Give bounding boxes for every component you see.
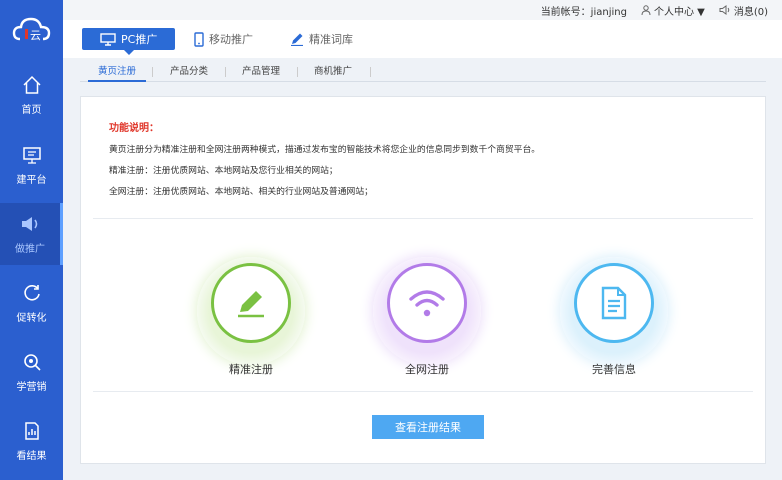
precise-registration-option[interactable]: 精准注册 [191,257,311,377]
messages-link[interactable]: 消息(0) [719,3,768,18]
sidebar: 云 首页 建平台 做推广 促转化 学营销 看结果 [0,0,63,480]
option-circle [387,263,467,343]
subtab-yellow-pages-registration[interactable]: 黄页注册 [88,62,146,82]
sidebar-item-promote[interactable]: 做推广 [0,203,63,265]
cloud-logo-icon: 云 [12,17,50,42]
pencil-icon [238,291,264,318]
option-circle [574,263,654,343]
monitor-icon [22,146,41,164]
subtab-divider [225,67,226,77]
mobile-icon [194,31,204,47]
subtab-product-management[interactable]: 产品管理 [232,62,290,82]
divider [93,391,753,392]
top-bar: 当前帐号：jianjing 个人中心 ▼ 消息(0) [63,0,782,20]
refresh-icon [23,284,40,301]
option-label: 完善信息 [592,363,636,376]
user-icon [641,5,651,15]
user-center-menu[interactable]: 个人中心 ▼ [641,3,705,18]
sidebar-item-learn-marketing[interactable]: 学营销 [0,341,63,403]
full-network-registration-option[interactable]: 全网注册 [367,257,487,377]
tab-label: 移动推广 [209,33,253,46]
home-icon [22,75,41,94]
sidebar-item-results[interactable]: 看结果 [0,410,63,472]
divider [93,218,753,219]
desktop-icon [100,32,116,46]
description-line: 黄页注册分为精准注册和全网注册两种模式，描通过发布宝的智能技术将您企业的信息同步… [109,145,541,155]
tab-pc-promotion[interactable]: PC推广 [82,28,176,55]
sidebar-item-label: 促转化 [16,312,47,324]
main-tabs: PC推广 移动推广 精准词库 [63,20,782,58]
sidebar-item-label: 做推广 [15,243,45,255]
pencil-icon [291,33,303,46]
sidebar-item-home[interactable]: 首页 [0,64,63,126]
subtab-business-promotion[interactable]: 商机推广 [304,62,362,82]
content-panel: 功能说明： 黄页注册分为精准注册和全网注册两种模式，描通过发布宝的智能技术将您企… [80,96,766,464]
tab-label: PC推广 [121,33,158,46]
description-line: 精准注册：注册优质网站、本地网站及您行业相关的网站； [109,166,338,176]
complete-information-option[interactable]: 完善信息 [554,257,674,377]
option-label: 全网注册 [405,363,449,376]
description-title: 功能说明： [109,123,159,134]
tab-label: 精准词库 [309,33,353,46]
search-icon [23,353,41,371]
subtab-divider [297,67,298,77]
sidebar-item-label: 建平台 [16,174,47,186]
description-line: 全网注册：注册优质网站、本地网站、相关的行业网站及普通网站； [109,187,373,197]
document-icon [601,286,627,320]
option-label: 精准注册 [229,363,273,376]
sidebar-item-build-platform[interactable]: 建平台 [0,134,63,196]
sidebar-item-label: 首页 [21,104,42,116]
sub-tabs: 黄页注册 产品分类 产品管理 商机推广 [80,62,766,82]
sidebar-item-label: 看结果 [16,450,47,462]
tab-mobile-promotion[interactable]: 移动推广 [194,28,253,50]
report-icon [24,421,39,440]
account-label: 当前帐号：jianjing [540,6,627,18]
user-center-label: 个人中心 ▼ [653,6,705,18]
active-tab-caret [123,50,134,55]
option-circle [211,263,291,343]
sidebar-item-convert[interactable]: 促转化 [0,272,63,334]
wifi-icon [409,290,445,317]
subtab-divider [152,67,153,77]
app-logo: 云 [0,0,63,60]
view-registration-results-button[interactable]: 查看注册结果 [372,415,484,439]
svg-text:云: 云 [30,29,41,42]
subtab-product-category[interactable]: 产品分类 [160,62,218,82]
speaker-icon [719,5,730,15]
messages-label: 消息(0) [733,6,768,18]
speaker-icon [22,216,38,231]
sidebar-item-label: 学营销 [16,381,47,393]
subtab-divider [370,67,371,77]
tab-keyword-library[interactable]: 精准词库 [290,28,353,50]
